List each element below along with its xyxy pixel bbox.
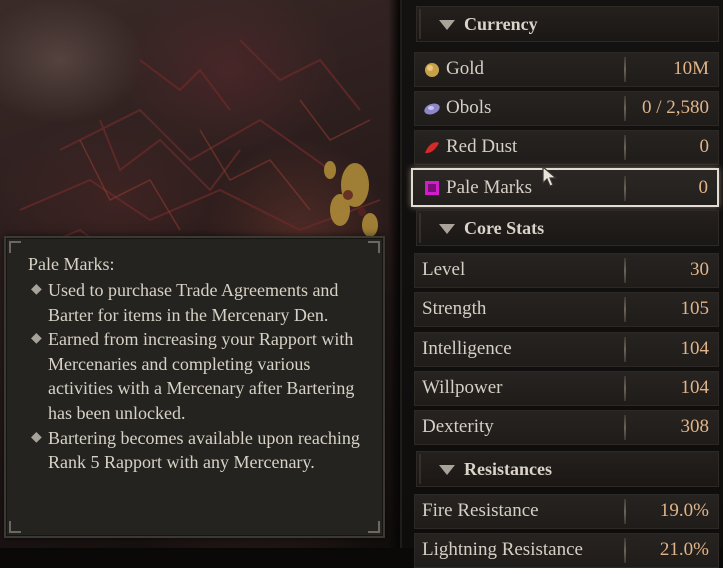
diamond-bullet-icon: ◆: [31, 282, 42, 297]
header-ornament: [419, 9, 435, 39]
tooltip-title: Pale Marks:: [28, 254, 115, 274]
resistance-label-fire: Fire Resistance: [422, 500, 539, 521]
tooltip-corner-ornament: [368, 521, 380, 533]
resistances-section-header[interactable]: Resistances: [416, 451, 719, 487]
currency-row-gold[interactable]: Gold 10M: [414, 52, 719, 87]
currency-label-obols: Obols: [446, 97, 492, 118]
collapse-triangle-icon[interactable]: [439, 465, 455, 475]
stat-value-strength: 105: [680, 298, 710, 319]
currency-label-gold: Gold: [446, 58, 484, 79]
resistances-header-label: Resistances: [464, 459, 552, 479]
diamond-bullet-icon: ◆: [31, 429, 42, 445]
tooltip-corner-ornament: [368, 241, 380, 253]
row-divider: [624, 297, 626, 322]
tooltip-bullet: ◆ Bartering becomes available upon reachi…: [28, 426, 373, 475]
currency-header-label: Currency: [464, 14, 538, 34]
panel-shadow-edge: [388, 0, 400, 548]
obol-icon: [424, 103, 440, 115]
stat-label-strength: Strength: [422, 298, 487, 319]
stat-label-dexterity: Dexterity: [422, 416, 494, 437]
collapse-triangle-icon[interactable]: [439, 224, 455, 234]
stat-row-willpower[interactable]: Willpower 104: [414, 371, 719, 406]
currency-row-obols[interactable]: Obols 0 / 2,580: [414, 91, 719, 126]
stat-row-level[interactable]: Level 30: [414, 253, 719, 288]
stat-label-level: Level: [422, 259, 466, 280]
character-stats-panel[interactable]: Currency Gold 10M Obols 0 / 2,580 Red Du…: [400, 0, 723, 568]
tooltip-bullet: ◆ Used to purchase Trade Agreements and B…: [28, 278, 373, 327]
pale-mark-icon: [425, 181, 439, 195]
diamond-bullet-icon: ◆: [31, 331, 42, 347]
core-stats-section-header[interactable]: Core Stats: [416, 210, 719, 246]
stat-row-dexterity[interactable]: Dexterity 308: [414, 410, 719, 445]
row-divider: [624, 96, 626, 121]
header-ornament: [419, 213, 435, 243]
resistance-label-lightning: Lightning Resistance: [422, 539, 583, 560]
resistance-value-fire: 19.0%: [659, 500, 709, 521]
currency-label-pale-marks: Pale Marks: [446, 177, 533, 198]
row-divider: [624, 337, 626, 362]
stat-value-intelligence: 104: [680, 338, 710, 359]
currency-value-pale-marks: 0: [698, 177, 709, 198]
resistance-value-lightning: 21.0%: [659, 539, 709, 560]
row-divider: [624, 57, 626, 82]
row-divider: [624, 258, 626, 283]
stat-label-willpower: Willpower: [422, 377, 503, 398]
header-ornament: [419, 454, 435, 484]
stat-label-intelligence: Intelligence: [422, 338, 512, 359]
row-divider: [624, 415, 626, 440]
tooltip-corner-ornament: [9, 241, 21, 253]
currency-row-red-dust[interactable]: Red Dust 0: [414, 130, 719, 165]
currency-row-pale-marks[interactable]: Pale Marks 0: [411, 168, 719, 207]
row-divider: [624, 176, 626, 201]
collapse-triangle-icon[interactable]: [439, 20, 455, 30]
gold-coin-icon: [425, 63, 439, 77]
stat-row-strength[interactable]: Strength 105: [414, 292, 719, 327]
row-divider: [624, 376, 626, 401]
currency-value-gold: 10M: [673, 58, 709, 79]
stat-value-level: 30: [690, 259, 709, 280]
tooltip-bullet: ◆ Earned from increasing your Rapport wit…: [28, 327, 373, 425]
row-divider: [624, 499, 626, 524]
mouse-cursor-icon: [542, 165, 558, 187]
currency-value-red-dust: 0: [699, 136, 710, 157]
stat-value-dexterity: 308: [680, 416, 710, 437]
red-dust-icon: [425, 142, 439, 154]
row-divider: [624, 135, 626, 160]
resistance-row-fire[interactable]: Fire Resistance 19.0%: [414, 494, 719, 529]
pale-marks-tooltip: Pale Marks: ◆ Used to purchase Trade Agre…: [4, 236, 385, 538]
tooltip-bullet-text: Earned from increasing your Rapport with…: [48, 329, 355, 423]
tooltip-bullet-text: Used to purchase Trade Agreements and Ba…: [48, 280, 339, 325]
currency-section-header[interactable]: Currency: [416, 6, 719, 42]
core-stats-header-label: Core Stats: [464, 218, 545, 238]
resistance-row-lightning[interactable]: Lightning Resistance 21.0%: [414, 533, 719, 568]
tooltip-bullet-text: Bartering becomes available upon reachin…: [48, 427, 360, 473]
stat-value-willpower: 104: [680, 377, 710, 398]
currency-label-red-dust: Red Dust: [446, 136, 518, 157]
tooltip-bullet-list: ◆ Used to purchase Trade Agreements and B…: [28, 278, 373, 475]
tooltip-corner-ornament: [9, 521, 21, 533]
row-divider: [624, 538, 626, 563]
stat-row-intelligence[interactable]: Intelligence 104: [414, 332, 719, 367]
currency-value-obols: 0 / 2,580: [641, 97, 709, 118]
